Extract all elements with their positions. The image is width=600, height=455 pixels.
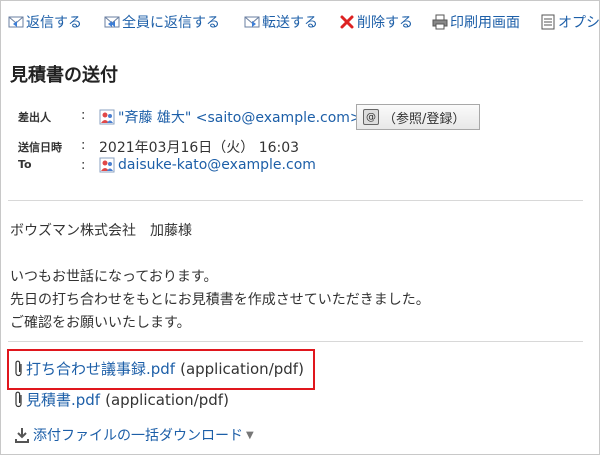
person-icon	[99, 157, 115, 173]
reply-icon	[8, 14, 24, 30]
paperclip-icon	[14, 391, 24, 409]
download-all-button[interactable]: 添付ファイルの一括ダウンロード ▼	[14, 425, 254, 445]
options-icon	[540, 14, 556, 30]
attachment-item: 打ち合わせ議事録.pdf (application/pdf)	[14, 358, 304, 379]
attachment-link[interactable]: 打ち合わせ議事録.pdf	[26, 358, 175, 379]
delete-label: 削除する	[357, 15, 413, 31]
reply-all-button[interactable]: 全員に返信する	[104, 12, 220, 32]
options-button[interactable]: オプシ	[540, 12, 600, 32]
person-icon	[99, 109, 115, 125]
date-value: 2021年03月16日（火） 16:03	[99, 140, 300, 156]
body-line: ボウズマン株式会社 加藤様	[10, 223, 192, 239]
sender-label: 差出人	[18, 111, 51, 124]
paperclip-icon	[14, 360, 24, 378]
chevron-down-icon: ▼	[246, 429, 254, 441]
attachment-item: 見積書.pdf (application/pdf)	[14, 389, 229, 410]
body-divider	[8, 341, 583, 342]
sender-field: "斉藤 雄大" <saito@example.com>	[99, 107, 362, 127]
date-colon: :	[81, 138, 86, 153]
address-book-icon: @	[363, 109, 379, 125]
print-view-button[interactable]: 印刷用画面	[432, 12, 520, 32]
print-view-label: 印刷用画面	[450, 15, 520, 31]
to-field: daisuke-kato@example.com	[99, 157, 316, 173]
download-all-label: 添付ファイルの一括ダウンロード	[33, 428, 243, 444]
address-book-button[interactable]: @ （参照/登録）	[356, 104, 480, 130]
delete-icon	[339, 14, 355, 30]
forward-icon	[244, 14, 260, 30]
print-icon	[432, 14, 448, 30]
attachment-link[interactable]: 見積書.pdf	[26, 389, 100, 410]
forward-label: 転送する	[262, 15, 318, 31]
mail-body: ボウズマン株式会社 加藤様 いつもお世話になっております。 先日の打ち合わせをも…	[10, 220, 430, 335]
attachment-mime: (application/pdf)	[105, 390, 229, 409]
sender-link[interactable]: "斉藤 雄大" <saito@example.com>	[118, 107, 362, 127]
mail-subject: 見積書の送付	[10, 65, 118, 86]
body-line	[10, 243, 430, 266]
options-label: オプシ	[558, 15, 600, 31]
sender-colon: :	[81, 108, 86, 123]
to-link[interactable]: daisuke-kato@example.com	[118, 157, 316, 173]
download-icon	[14, 427, 30, 443]
reply-button[interactable]: 返信する	[8, 12, 82, 32]
to-label: To	[18, 158, 32, 171]
body-line: 先日の打ち合わせをもとにお見積書を作成させていただきました。	[10, 292, 430, 308]
forward-button[interactable]: 転送する	[244, 12, 318, 32]
date-label: 送信日時	[18, 141, 62, 154]
reply-all-icon	[104, 14, 120, 30]
to-colon: :	[81, 158, 86, 173]
body-line: ご確認をお願いいたします。	[10, 315, 191, 331]
reply-all-label: 全員に返信する	[122, 15, 220, 31]
header-divider	[8, 200, 583, 201]
attachment-mime: (application/pdf)	[180, 359, 304, 378]
delete-button[interactable]: 削除する	[339, 12, 413, 32]
reply-label: 返信する	[26, 15, 82, 31]
address-book-label: （参照/登録）	[383, 111, 466, 127]
body-line: いつもお世話になっております。	[10, 269, 218, 285]
